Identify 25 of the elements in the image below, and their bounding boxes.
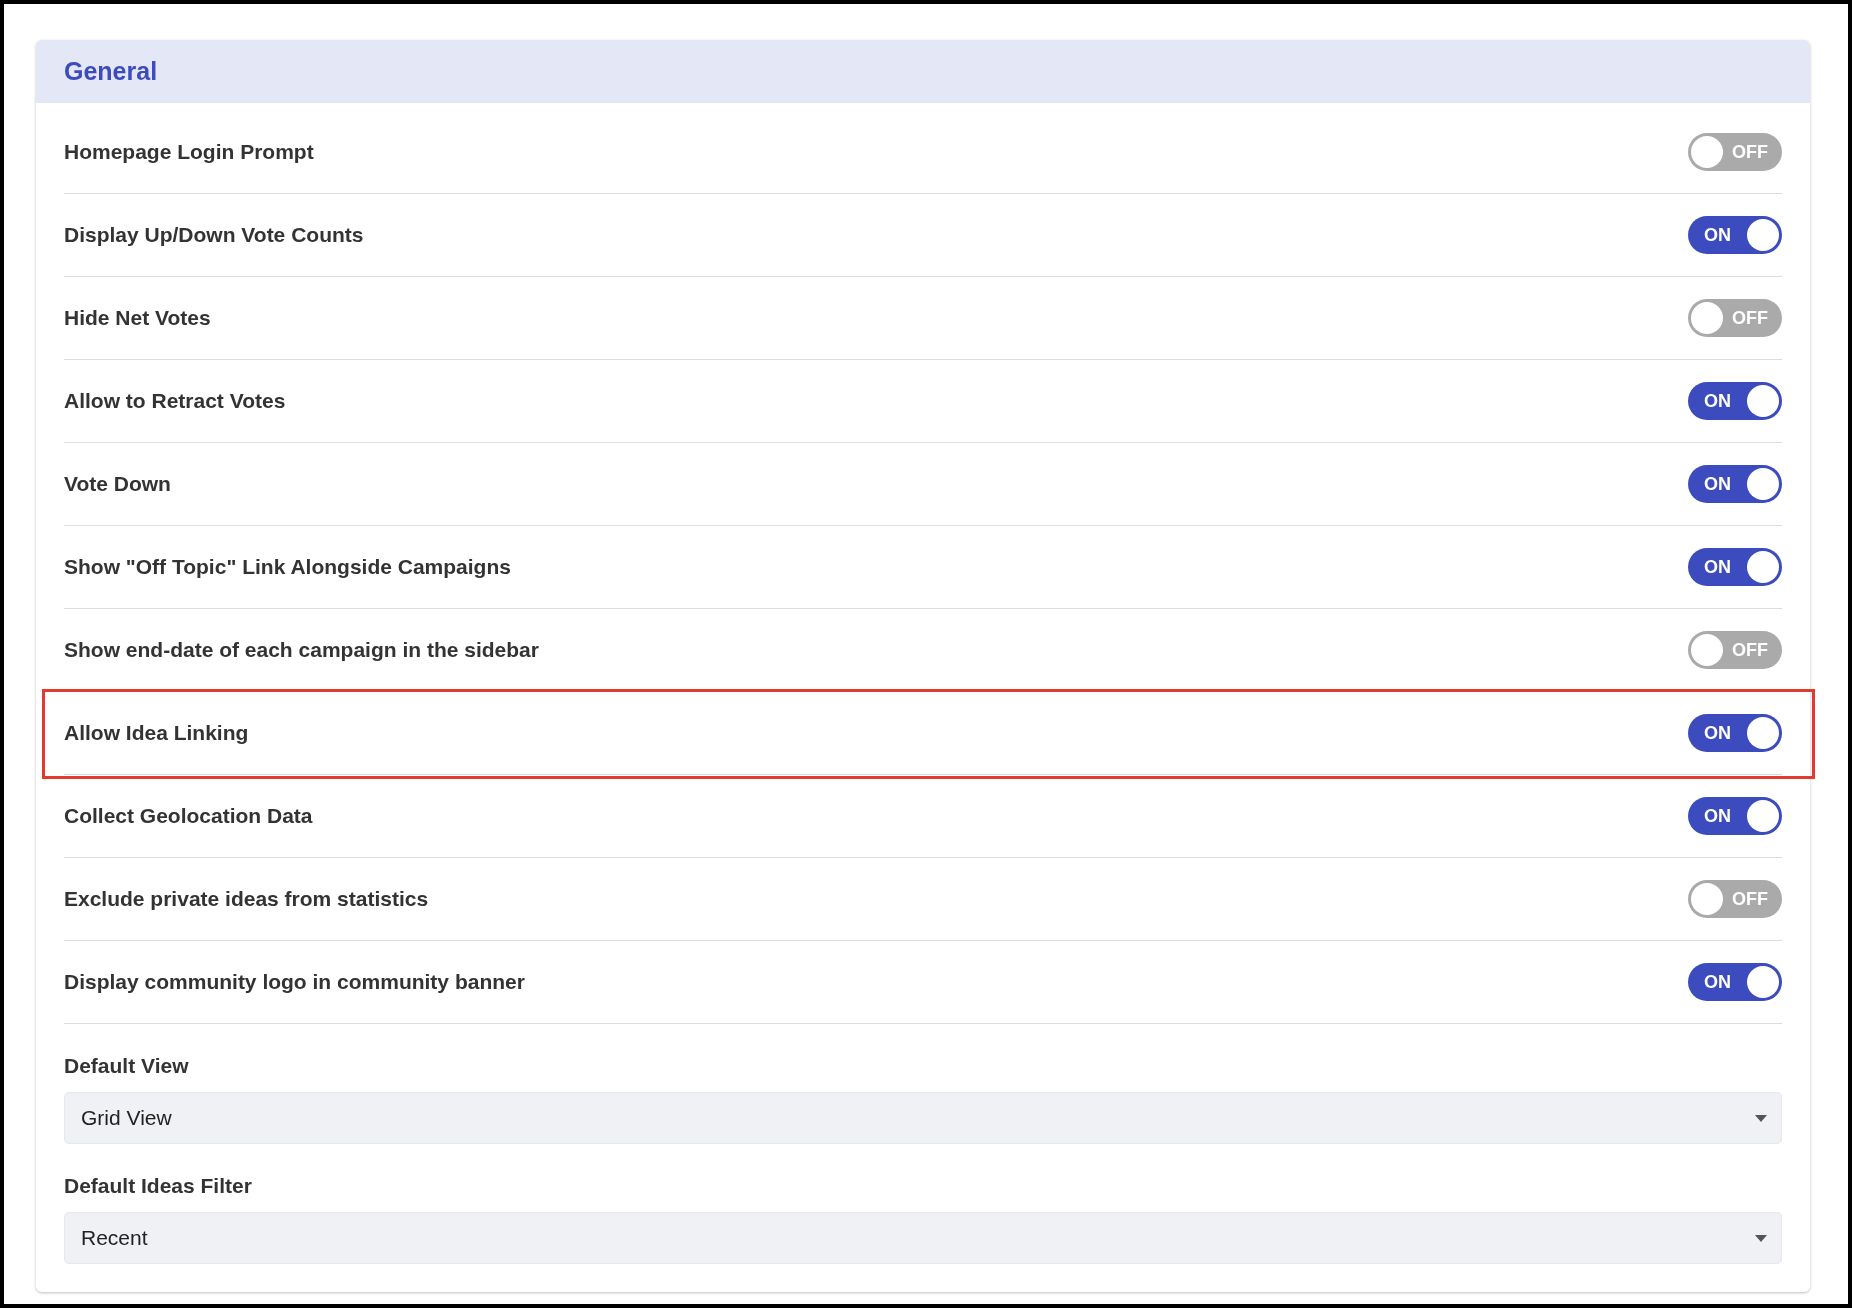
setting-label: Homepage Login Prompt <box>64 140 314 164</box>
setting-label: Exclude private ideas from statistics <box>64 887 429 911</box>
caret-icon <box>1755 1234 1767 1242</box>
setting-label: Hide Net Votes <box>64 306 211 330</box>
toggle-switch[interactable]: ON <box>1688 216 1782 254</box>
toggle-switch[interactable]: ON <box>1688 382 1782 420</box>
dropdown-field[interactable]: Recent <box>64 1212 1782 1264</box>
setting-label: Display community logo in community banner <box>64 970 525 994</box>
toggle-switch[interactable]: ON <box>1688 714 1782 752</box>
toggle-switch[interactable]: ON <box>1688 963 1782 1001</box>
field-label: Default Ideas Filter <box>64 1174 253 1198</box>
setting-label: Allow Idea Linking <box>64 721 249 745</box>
setting-label: Display Up/Down Vote Counts <box>64 223 364 247</box>
toggle-switch[interactable]: ON <box>1688 465 1782 503</box>
section-title: General <box>64 57 158 86</box>
setting-label: Show "Off Topic" Link Alongside Campaigns <box>64 555 511 579</box>
caret-icon <box>1755 1114 1767 1122</box>
field-label: Default View <box>64 1054 190 1078</box>
toggle-switch[interactable]: ON <box>1688 797 1782 835</box>
setting-label: Collect Geolocation Data <box>64 804 313 828</box>
setting-label: Allow to Retract Votes <box>64 389 286 413</box>
setting-label: Show end-date of each campaign in the sidebar <box>64 638 539 662</box>
dropdown-field[interactable]: Grid View <box>64 1092 1782 1144</box>
toggle-switch[interactable]: ON <box>1688 548 1782 586</box>
setting-label: Vote Down <box>64 472 171 496</box>
